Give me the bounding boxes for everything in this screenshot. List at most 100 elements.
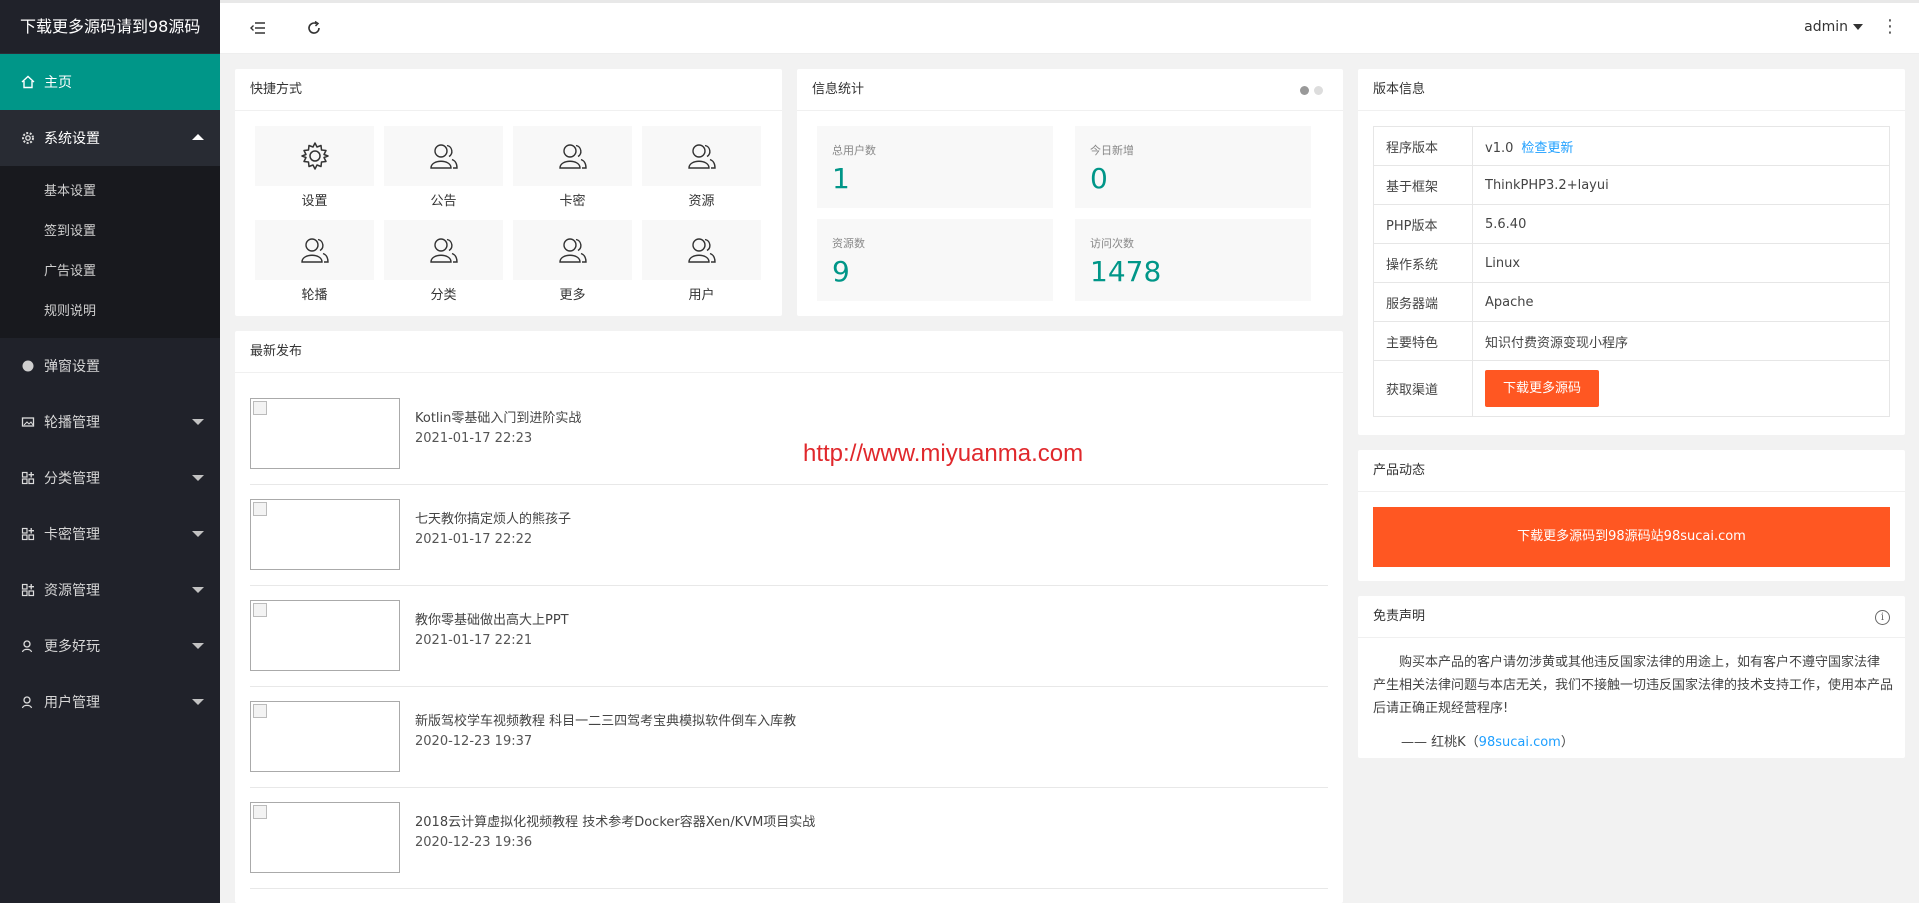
users-icon bbox=[558, 238, 587, 263]
table-key: 程序版本 bbox=[1373, 126, 1473, 166]
shortcut-users[interactable]: 用户 bbox=[642, 220, 761, 305]
news-item[interactable]: 七天教你搞定烦人的熊孩子 2021-01-17 22:22 bbox=[250, 485, 1328, 586]
product-card: 产品动态 下载更多源码到98源码站98sucai.com bbox=[1358, 450, 1905, 581]
caret-down-icon bbox=[192, 419, 204, 425]
news-item[interactable]: 教你零基础做出高大上PPT 2021-01-17 22:21 bbox=[250, 586, 1328, 687]
news-thumbnail[interactable] bbox=[250, 600, 400, 671]
signature-link[interactable]: 98sucai.com bbox=[1479, 735, 1561, 750]
subnav-item-rules[interactable]: 规则说明 bbox=[0, 292, 220, 332]
shortcut-label: 更多 bbox=[559, 288, 586, 303]
sidebar-item-label: 卡密管理 bbox=[44, 527, 100, 543]
card-title: 信息统计 bbox=[797, 69, 1343, 111]
news-time: 2021-01-17 22:22 bbox=[415, 532, 533, 547]
download-more-button[interactable]: 下载更多源码 bbox=[1485, 370, 1600, 407]
sidebar-item-label: 弹窗设置 bbox=[44, 359, 100, 375]
news-thumbnail[interactable] bbox=[250, 499, 400, 570]
subnav-item-checkin[interactable]: 签到设置 bbox=[0, 212, 220, 252]
username: admin bbox=[1804, 19, 1848, 35]
stat-value: 1 bbox=[832, 162, 850, 195]
version-value: v1.0 bbox=[1485, 140, 1514, 156]
shortcut-more[interactable]: 更多 bbox=[513, 220, 632, 305]
app-icon bbox=[20, 526, 36, 542]
sidebar-item-popup[interactable]: 弹窗设置 bbox=[0, 338, 220, 394]
table-row: 获取渠道 下载更多源码 bbox=[1373, 360, 1890, 417]
sidebar-item-category[interactable]: 分类管理 bbox=[0, 450, 220, 506]
table-key: 主要特色 bbox=[1373, 321, 1473, 361]
sidebar-item-label: 资源管理 bbox=[44, 583, 100, 599]
sidebar-item-label: 用户管理 bbox=[44, 695, 100, 711]
shortcut-notice[interactable]: 公告 bbox=[384, 126, 503, 211]
stat-label: 访问次数 bbox=[1090, 237, 1134, 250]
shortcuts-card: 快捷方式 设置 公告 卡密 资源 轮播 分类 更多 用户 bbox=[235, 69, 782, 316]
sidebar-item-label: 轮播管理 bbox=[44, 415, 100, 431]
news-thumbnail[interactable] bbox=[250, 701, 400, 772]
shortcut-box[interactable] bbox=[384, 126, 503, 186]
card-title: 产品动态 bbox=[1358, 450, 1905, 492]
user-icon bbox=[20, 638, 36, 654]
table-row: 操作系统 Linux bbox=[1373, 243, 1890, 283]
shortcut-box[interactable] bbox=[513, 220, 632, 280]
news-item[interactable]: Kotlin零基础入门到进阶实战 2021-01-17 22:23 bbox=[250, 384, 1328, 485]
stat-value: 1478 bbox=[1090, 255, 1162, 288]
caret-up-icon bbox=[192, 134, 204, 140]
sidebar-item-carousel[interactable]: 轮播管理 bbox=[0, 394, 220, 450]
shortcut-settings[interactable]: 设置 bbox=[255, 126, 374, 211]
sidebar-item-fun[interactable]: 更多好玩 bbox=[0, 618, 220, 674]
user-menu[interactable]: admin bbox=[1804, 19, 1863, 35]
circle-icon bbox=[20, 358, 36, 374]
shortcut-category[interactable]: 分类 bbox=[384, 220, 503, 305]
shortcut-label: 资源 bbox=[688, 194, 715, 209]
sidebar-item-cards[interactable]: 卡密管理 bbox=[0, 506, 220, 562]
sidebar-item-label: 分类管理 bbox=[44, 471, 100, 487]
shortcut-box[interactable] bbox=[642, 220, 761, 280]
indicator-dot[interactable] bbox=[1314, 86, 1323, 95]
news-time: 2020-12-23 19:36 bbox=[415, 835, 533, 850]
shortcut-label: 分类 bbox=[430, 288, 457, 303]
watermark-text: http://www.miyuanma.com bbox=[803, 440, 1084, 467]
news-item[interactable]: 2018云计算虚拟化视频教程 技术参考Docker容器Xen/KVM项目实战 2… bbox=[250, 788, 1328, 889]
table-value: Linux bbox=[1472, 243, 1890, 283]
app-icon bbox=[20, 470, 36, 486]
check-update-link[interactable]: 检查更新 bbox=[1521, 141, 1573, 156]
news-thumbnail[interactable] bbox=[250, 802, 400, 873]
sidebar-item-resources[interactable]: 资源管理 bbox=[0, 562, 220, 618]
table-row: 程序版本 v1.0 检查更新 bbox=[1373, 126, 1890, 166]
caret-down-icon bbox=[192, 531, 204, 537]
shortcut-resources[interactable]: 资源 bbox=[642, 126, 761, 211]
news-card: 最新发布 Kotlin零基础入门到进阶实战 2021-01-17 22:23 七… bbox=[235, 331, 1343, 903]
shortcut-carousel[interactable]: 轮播 bbox=[255, 220, 374, 305]
sidebar-item-label: 主页 bbox=[44, 75, 72, 91]
shortcut-cards[interactable]: 卡密 bbox=[513, 126, 632, 211]
shortcut-box[interactable] bbox=[642, 126, 761, 186]
more-vertical-icon[interactable]: ⋮ bbox=[1881, 16, 1899, 37]
stat-value: 0 bbox=[1090, 162, 1108, 195]
news-title[interactable]: 2018云计算虚拟化视频教程 技术参考Docker容器Xen/KVM项目实战 bbox=[415, 811, 815, 830]
refresh-icon[interactable] bbox=[303, 17, 325, 39]
sidebar-item-system[interactable]: 系统设置 bbox=[0, 110, 220, 166]
shortcut-box[interactable] bbox=[255, 220, 374, 280]
shortcut-box[interactable] bbox=[384, 220, 503, 280]
news-title[interactable]: 七天教你搞定烦人的熊孩子 bbox=[415, 508, 571, 527]
table-key: 获取渠道 bbox=[1373, 360, 1473, 417]
product-banner-button[interactable]: 下载更多源码到98源码站98sucai.com bbox=[1373, 507, 1890, 567]
news-item[interactable]: 新版驾校学车视频教程 科目一二三四驾考宝典模拟软件倒车入库教 2020-12-2… bbox=[250, 687, 1328, 788]
news-title[interactable]: 教你零基础做出高大上PPT bbox=[415, 609, 569, 628]
news-title[interactable]: 新版驾校学车视频教程 科目一二三四驾考宝典模拟软件倒车入库教 bbox=[415, 710, 796, 729]
card-title: 快捷方式 bbox=[235, 69, 782, 111]
app-icon bbox=[20, 582, 36, 598]
news-thumbnail[interactable] bbox=[250, 398, 400, 469]
shortcut-box[interactable] bbox=[255, 126, 374, 186]
indicator-dot-active[interactable] bbox=[1300, 86, 1309, 95]
disclaimer-card: 免责声明 i 购买本产品的客户请勿涉黄或其他违反国家法律的用途上，如有客户不遵守… bbox=[1358, 596, 1905, 758]
stat-today-new: 今日新增 0 bbox=[1075, 126, 1311, 208]
table-key: 基于框架 bbox=[1373, 165, 1473, 205]
sidebar-item-home[interactable]: 主页 bbox=[0, 54, 220, 110]
stat-resources: 资源数 9 bbox=[817, 219, 1053, 301]
news-title[interactable]: Kotlin零基础入门到进阶实战 bbox=[415, 407, 581, 426]
subnav-item-basic[interactable]: 基本设置 bbox=[0, 172, 220, 212]
menu-fold-icon[interactable] bbox=[247, 17, 269, 39]
shortcut-box[interactable] bbox=[513, 126, 632, 186]
sidebar-item-label: 系统设置 bbox=[44, 131, 100, 147]
sidebar-item-users[interactable]: 用户管理 bbox=[0, 674, 220, 730]
subnav-item-ads[interactable]: 广告设置 bbox=[0, 252, 220, 292]
